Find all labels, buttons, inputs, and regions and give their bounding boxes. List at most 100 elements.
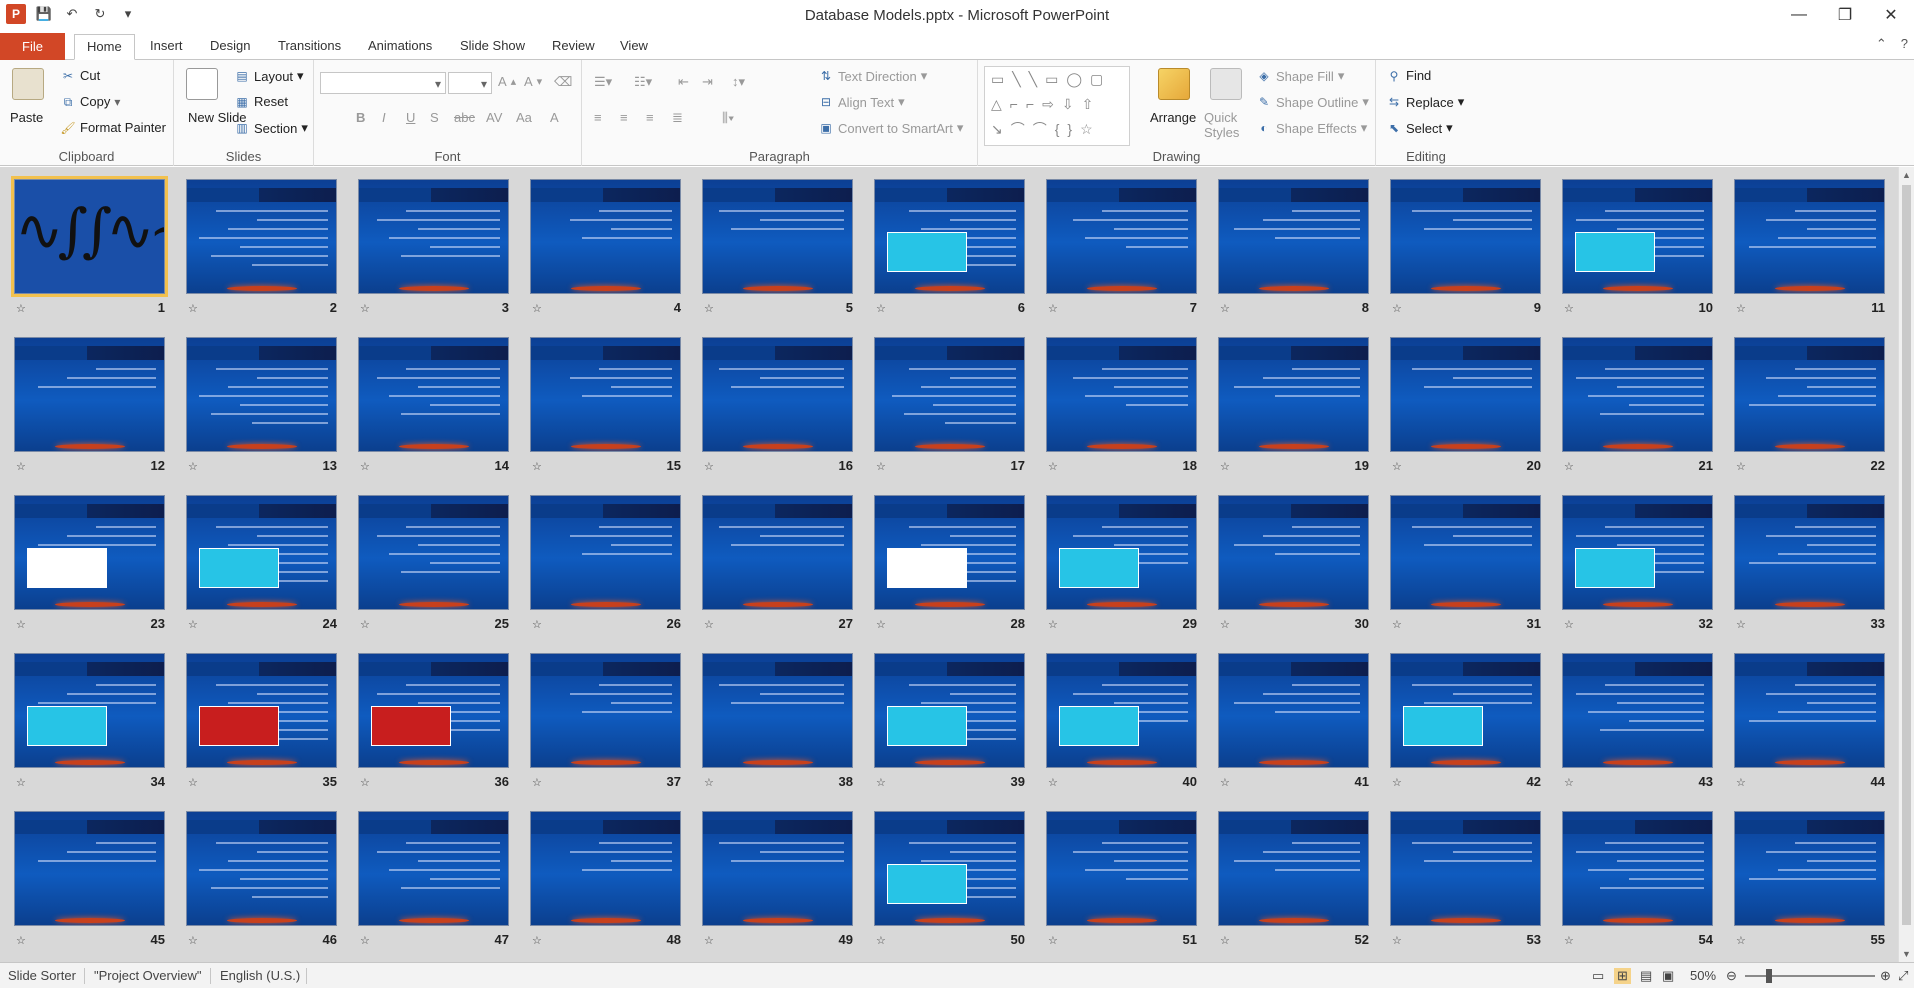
tab-slide-show[interactable]: Slide Show [448,34,537,60]
quick-styles-icon[interactable] [1210,68,1242,100]
slide-thumbnail[interactable] [1562,495,1713,610]
slide-thumbnail[interactable] [702,811,853,926]
replace-button[interactable]: ⇆ Replace ▾ [1386,94,1464,110]
slideshow-view-icon[interactable]: ▣ [1662,968,1674,984]
format-painter-button[interactable]: 🖌 Format Painter [60,120,166,135]
fit-to-window-icon[interactable]: ⤢ [1898,968,1908,984]
shrink-font-button[interactable]: A ▾ [524,74,542,89]
find-button[interactable]: ⚲ Find [1386,68,1432,83]
columns-icon[interactable]: ⫼▾ [722,110,734,126]
transition-star-icon[interactable]: ☆ [1736,934,1746,947]
slide-thumbnail[interactable] [1218,337,1369,452]
transition-star-icon[interactable]: ☆ [360,934,370,947]
slide-thumbnail[interactable] [1734,179,1885,294]
transition-star-icon[interactable]: ☆ [1564,618,1574,631]
transition-star-icon[interactable]: ☆ [1564,934,1574,947]
numbering-icon[interactable]: ☷▾ [634,74,652,90]
transition-star-icon[interactable]: ☆ [532,618,542,631]
transition-star-icon[interactable]: ☆ [1048,934,1058,947]
restore-button[interactable]: ❐ [1822,0,1868,30]
slide-thumbnail[interactable] [1218,179,1369,294]
layout-button[interactable]: ▤ Layout ▾ [234,68,303,84]
italic-button[interactable]: I [382,110,386,125]
slide-thumbnail[interactable] [1046,811,1197,926]
transition-star-icon[interactable]: ☆ [16,776,26,789]
paste-button[interactable]: Paste [10,110,43,125]
language-indicator[interactable]: English (U.S.) [220,968,300,983]
tab-review[interactable]: Review [540,34,607,60]
slide-thumbnail[interactable] [702,337,853,452]
slide-thumbnail[interactable] [186,337,337,452]
transition-star-icon[interactable]: ☆ [1564,460,1574,473]
slide-thumbnail[interactable] [358,337,509,452]
cut-button[interactable]: ✂ Cut [60,68,100,83]
transition-star-icon[interactable]: ☆ [1220,776,1230,789]
transition-star-icon[interactable]: ☆ [360,302,370,315]
increase-indent-icon[interactable]: ⇥ [702,74,713,90]
font-name-combo[interactable]: ▾ [320,72,446,94]
strikethrough-button[interactable]: abc [454,110,475,125]
tab-transitions[interactable]: Transitions [266,34,353,60]
slide-thumbnail[interactable] [874,179,1025,294]
align-center-icon[interactable]: ≡ [620,110,628,125]
reset-button[interactable]: ▦ Reset [234,94,288,109]
transition-star-icon[interactable]: ☆ [360,618,370,631]
slide-sorter-view-icon[interactable]: ⊞ [1614,968,1631,984]
slide-thumbnail[interactable] [1046,495,1197,610]
transition-star-icon[interactable]: ☆ [704,302,714,315]
grow-font-button[interactable]: A ▴ [498,74,516,89]
slide-thumbnail[interactable] [530,495,681,610]
slide-thumbnail[interactable] [874,495,1025,610]
slide-thumbnail[interactable] [1734,811,1885,926]
transition-star-icon[interactable]: ☆ [1392,618,1402,631]
transition-star-icon[interactable]: ☆ [1392,302,1402,315]
select-button[interactable]: ⬉ Select ▾ [1386,120,1453,136]
transition-star-icon[interactable]: ☆ [1736,776,1746,789]
align-right-icon[interactable]: ≡ [646,110,654,125]
transition-star-icon[interactable]: ☆ [1564,776,1574,789]
transition-star-icon[interactable]: ☆ [188,934,198,947]
slide-thumbnail[interactable] [14,811,165,926]
scrollbar-thumb[interactable] [1902,185,1911,925]
transition-star-icon[interactable]: ☆ [876,618,886,631]
slide-thumbnail[interactable] [1734,337,1885,452]
section-button[interactable]: ▥ Section ▾ [234,120,308,136]
justify-icon[interactable]: ≣ [672,110,683,126]
line-spacing-icon[interactable]: ↕▾ [732,74,745,90]
slide-thumbnail[interactable] [1218,811,1369,926]
minimize-button[interactable]: — [1776,0,1822,30]
quick-styles-button[interactable]: Quick Styles [1204,110,1254,140]
scroll-up-icon[interactable]: ▲ [1902,170,1911,180]
transition-star-icon[interactable]: ☆ [532,934,542,947]
reading-view-icon[interactable]: ▤ [1640,968,1652,984]
slide-thumbnail[interactable] [1734,495,1885,610]
shapes-gallery[interactable]: ▭╲╲▭◯▢ △⌐⌐⇨⇩⇧ ↘⌒⌒{}☆ [984,66,1130,146]
transition-star-icon[interactable]: ☆ [188,302,198,315]
slide-thumbnail[interactable] [14,337,165,452]
minimize-ribbon-icon[interactable]: ⌃ [1876,36,1887,52]
shape-fill-button[interactable]: ◈ Shape Fill ▾ [1256,68,1344,84]
transition-star-icon[interactable]: ☆ [704,460,714,473]
slide-thumbnail[interactable] [14,495,165,610]
slide-thumbnail[interactable] [1218,653,1369,768]
transition-star-icon[interactable]: ☆ [704,618,714,631]
transition-star-icon[interactable]: ☆ [1220,460,1230,473]
transition-star-icon[interactable]: ☆ [1220,302,1230,315]
slide-thumbnail[interactable] [1046,179,1197,294]
slide-thumbnail[interactable] [1562,179,1713,294]
slide-thumbnail[interactable] [530,811,681,926]
slide-thumbnail[interactable] [186,653,337,768]
transition-star-icon[interactable]: ☆ [188,460,198,473]
slide-thumbnail[interactable] [186,179,337,294]
slide-thumbnail[interactable] [1562,811,1713,926]
align-text-button[interactable]: ⊟ Align Text ▾ [818,94,905,110]
transition-star-icon[interactable]: ☆ [704,934,714,947]
slide-thumbnail[interactable] [1218,495,1369,610]
character-spacing-button[interactable]: AV [486,110,502,125]
transition-star-icon[interactable]: ☆ [1736,302,1746,315]
zoom-slider[interactable] [1745,975,1875,977]
arrange-button[interactable]: Arrange [1150,110,1196,125]
zoom-in-icon[interactable]: ⊕ [1880,968,1891,984]
copy-button[interactable]: ⧉ Copy ▾ [60,94,121,109]
shape-outline-button[interactable]: ✎ Shape Outline ▾ [1256,94,1369,110]
